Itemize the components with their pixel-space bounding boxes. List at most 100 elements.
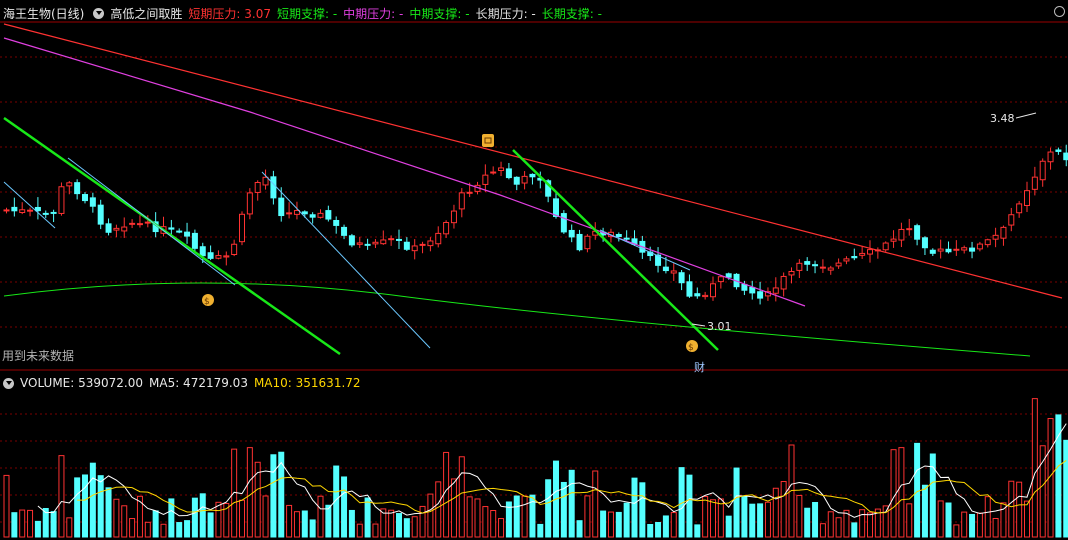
candle-body	[694, 293, 701, 297]
volume-bar	[921, 484, 928, 538]
volume-bar	[293, 511, 300, 538]
volume-bar	[859, 509, 866, 538]
volume-value: VOLUME: 539072.00	[20, 376, 143, 390]
volume-bar	[50, 511, 57, 538]
volume-bar	[317, 495, 324, 538]
ma10-value: MA10: 351631.72	[253, 376, 361, 390]
volume-bar	[576, 520, 583, 538]
candle-body	[301, 211, 308, 215]
candle-body	[568, 229, 575, 238]
chart-header: 海王生物(日线) 高低之间取胜 短期压力: 3.07 短期支撑: - 中期压力:…	[0, 4, 608, 22]
candle-body	[710, 283, 716, 298]
candle-body	[1031, 176, 1038, 190]
high-price-label: 3.48	[990, 112, 1015, 125]
volume-bar	[490, 510, 497, 538]
volume-bar	[945, 502, 952, 538]
candle-body	[3, 209, 10, 212]
volume-bar	[647, 523, 654, 538]
candle-body	[513, 176, 520, 185]
volume-bar	[615, 511, 622, 538]
volume-bar	[607, 511, 614, 538]
candle-body	[686, 281, 693, 297]
volume-bar	[121, 505, 128, 538]
volume-bar	[11, 512, 18, 538]
volume-bar	[191, 497, 198, 538]
candle-body	[325, 210, 332, 220]
volume-bar	[301, 510, 308, 538]
candle-body	[19, 209, 26, 213]
info-mine-icon	[482, 134, 494, 147]
legend-long-support: 长期支撑: -	[541, 6, 602, 21]
indicator-name[interactable]: 高低之间取胜	[110, 5, 182, 22]
volume-bar	[764, 501, 771, 538]
candle-body	[333, 219, 340, 226]
finance-marker: 财	[694, 360, 705, 374]
candle-body	[906, 228, 913, 231]
volume-bar	[560, 481, 567, 538]
money-bag-glyph: $	[688, 343, 694, 353]
maximize-icon[interactable]	[1054, 6, 1065, 17]
volume-bar	[906, 503, 913, 538]
candle-body	[121, 226, 128, 232]
candle-body	[1000, 226, 1007, 239]
volume-bar	[184, 520, 191, 538]
candle-body	[82, 194, 88, 202]
long-support-line	[3, 282, 1031, 357]
volume-bar	[623, 502, 630, 538]
volume-bar	[34, 520, 41, 538]
candle-body	[450, 210, 457, 224]
volume-bar	[427, 493, 434, 538]
volume-bar	[199, 493, 206, 538]
stock-name[interactable]: 海王生物(日线)	[3, 5, 84, 22]
volume-bar	[796, 494, 803, 538]
candle-body	[317, 212, 324, 218]
candle-body	[482, 174, 489, 185]
candle-body	[372, 241, 379, 245]
candle-body	[419, 243, 426, 246]
candle-body	[553, 198, 559, 217]
volume-bar	[66, 517, 73, 538]
candle-body	[1008, 214, 1015, 226]
volume-bar	[819, 523, 826, 538]
volume-bar	[482, 506, 489, 538]
volume-bar	[498, 518, 505, 538]
candle-body	[136, 223, 143, 226]
volume-bar	[835, 517, 842, 538]
volume-bar	[97, 475, 104, 538]
volume-bar	[631, 477, 638, 538]
candle-body	[270, 176, 277, 199]
candle-body	[804, 261, 811, 265]
candle-body	[427, 240, 434, 247]
volume-bar	[984, 496, 991, 538]
volume-bar	[3, 474, 10, 538]
candle-body	[670, 270, 677, 274]
volume-bar	[411, 516, 418, 538]
candle-body	[223, 255, 230, 258]
candle-body	[254, 182, 261, 193]
candle-body	[796, 262, 803, 271]
volume-bar	[851, 522, 858, 538]
volume-bar	[27, 509, 34, 538]
candle-body	[1039, 160, 1046, 181]
volume-bar	[937, 500, 944, 538]
volume-bar	[89, 462, 96, 538]
candle-body	[969, 247, 976, 252]
volume-bar	[592, 470, 599, 538]
candle-body	[458, 192, 465, 210]
volume-bar	[396, 513, 402, 538]
chevron-down-icon[interactable]	[3, 377, 14, 389]
candle-body	[914, 225, 921, 240]
candle-body	[702, 294, 709, 298]
candle-body	[286, 212, 293, 215]
volume-bar	[882, 505, 889, 538]
candle-body	[678, 272, 685, 284]
candle-body	[113, 227, 120, 231]
volume-bar	[733, 467, 740, 538]
volume-bar	[144, 521, 151, 538]
candle-body	[867, 249, 873, 255]
candle-body	[984, 239, 991, 246]
candle-body	[309, 214, 316, 218]
candle-body	[1047, 151, 1054, 163]
candle-body	[953, 248, 960, 251]
chevron-down-icon[interactable]	[93, 7, 105, 19]
